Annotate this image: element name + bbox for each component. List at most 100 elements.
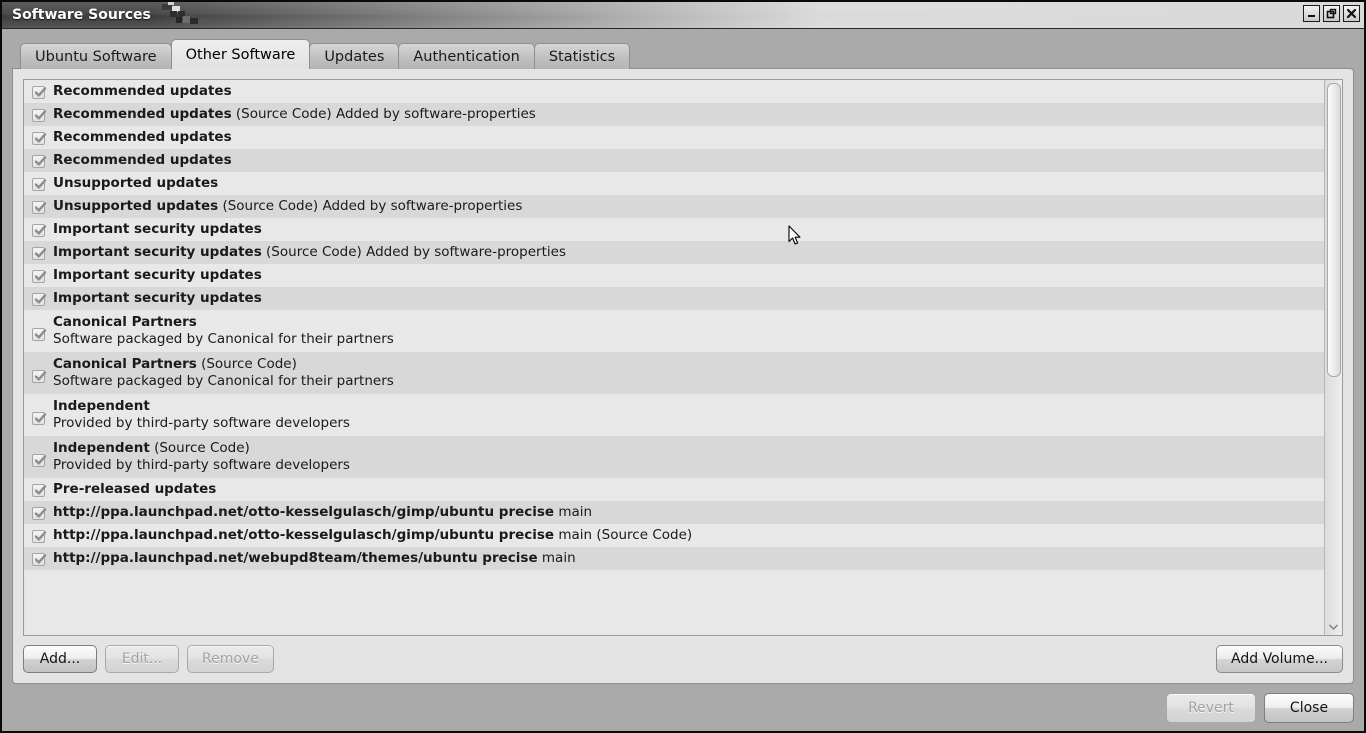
add-volume-button[interactable]: Add Volume... (1216, 645, 1343, 673)
list-item[interactable]: Recommended updates (24, 149, 1324, 172)
source-enabled-checkbox[interactable] (32, 553, 45, 566)
add-button[interactable]: Add... (23, 645, 97, 673)
list-item-title: Pre-released updates (53, 481, 216, 497)
source-enabled-checkbox[interactable] (32, 412, 45, 425)
tab-authentication[interactable]: Authentication (398, 43, 534, 69)
list-item-text: Important security updates (53, 290, 1318, 307)
list-item-text: Important security updates (Source Code)… (53, 244, 1318, 261)
list-item[interactable]: http://ppa.launchpad.net/otto-kesselgula… (24, 524, 1324, 547)
list-vertical-scrollbar[interactable] (1324, 80, 1342, 635)
list-item[interactable]: Recommended updates (24, 126, 1324, 149)
list-item-text: Important security updates (53, 221, 1318, 238)
list-item[interactable]: Important security updates (24, 264, 1324, 287)
source-enabled-checkbox[interactable] (32, 507, 45, 520)
list-item-title: Recommended updates (53, 152, 232, 168)
scrollbar-trough[interactable] (1326, 80, 1341, 619)
list-item-suffix: (Source Code) Added by software-properti… (232, 106, 536, 122)
list-item-suffix: (Source Code) Added by software-properti… (218, 198, 522, 214)
software-sources-list-container: Recommended updatesRecommended updates (… (23, 79, 1343, 636)
list-item-title: Recommended updates (53, 106, 232, 122)
list-item[interactable]: Important security updates (24, 287, 1324, 310)
close-icon[interactable] (1343, 5, 1360, 22)
minimize-icon[interactable] (1303, 5, 1320, 22)
list-item-suffix: (Source Code) Added by software-properti… (262, 244, 566, 260)
list-item-title: Recommended updates (53, 83, 232, 99)
source-enabled-checkbox[interactable] (32, 484, 45, 497)
tab-label: Ubuntu Software (35, 49, 157, 65)
maximize-icon[interactable] (1323, 5, 1340, 22)
source-enabled-checkbox[interactable] (32, 155, 45, 168)
list-item-title: Independent (53, 440, 150, 456)
list-item[interactable]: Important security updates (24, 218, 1324, 241)
source-enabled-checkbox[interactable] (32, 270, 45, 283)
tab-ubuntu-software[interactable]: Ubuntu Software (20, 43, 172, 69)
list-item[interactable]: IndependentProvided by third-party softw… (24, 394, 1324, 436)
list-item-title: Canonical Partners (53, 356, 197, 372)
list-item[interactable]: Canonical Partners (Source Code)Software… (24, 352, 1324, 394)
list-item-title: Important security updates (53, 290, 262, 306)
source-enabled-checkbox[interactable] (32, 454, 45, 467)
tab-label: Authentication (413, 49, 519, 65)
tab-statistics[interactable]: Statistics (534, 43, 630, 69)
source-enabled-checkbox[interactable] (32, 328, 45, 341)
list-item[interactable]: Independent (Source Code)Provided by thi… (24, 436, 1324, 478)
window-title: Software Sources (12, 7, 151, 23)
source-enabled-checkbox[interactable] (32, 86, 45, 99)
list-item[interactable]: Important security updates (Source Code)… (24, 241, 1324, 264)
list-item-suffix: main (Source Code) (554, 527, 692, 543)
list-item[interactable]: http://ppa.launchpad.net/otto-kesselgula… (24, 501, 1324, 524)
tab-label: Updates (324, 49, 384, 65)
titlebar-gradient-decoration (152, 2, 1364, 28)
list-item[interactable]: Unsupported updates (Source Code) Added … (24, 195, 1324, 218)
list-item-description: Software packaged by Canonical for their… (53, 373, 1318, 390)
list-item-text: Recommended updates (Source Code) Added … (53, 106, 1318, 123)
source-enabled-checkbox[interactable] (32, 293, 45, 306)
scroll-down-arrow-icon[interactable] (1325, 619, 1342, 635)
list-item-title: Recommended updates (53, 129, 232, 145)
software-sources-window: Software Sources Ubuntu Softwa (0, 0, 1366, 733)
source-enabled-checkbox[interactable] (32, 178, 45, 191)
list-item-text: Recommended updates (53, 83, 1318, 100)
list-item-text: http://ppa.launchpad.net/otto-kesselgula… (53, 504, 1318, 521)
source-enabled-checkbox[interactable] (32, 247, 45, 260)
list-item[interactable]: Recommended updates (Source Code) Added … (24, 103, 1324, 126)
source-enabled-checkbox[interactable] (32, 201, 45, 214)
remove-button[interactable]: Remove (187, 645, 274, 673)
list-item[interactable]: Pre-released updates (24, 478, 1324, 501)
tab-other-software[interactable]: Other Software (171, 39, 311, 69)
list-item-suffix: (Source Code) (197, 356, 297, 372)
dialog-footer: Revert Close (2, 684, 1364, 731)
list-item-title: Important security updates (53, 221, 262, 237)
source-enabled-checkbox[interactable] (32, 224, 45, 237)
list-item-suffix: main (554, 504, 592, 520)
scrollbar-thumb[interactable] (1327, 83, 1341, 377)
list-item-title: Independent (53, 398, 150, 414)
list-item-title: Canonical Partners (53, 314, 197, 330)
close-button[interactable]: Close (1264, 693, 1354, 723)
list-item[interactable]: http://ppa.launchpad.net/webupd8team/the… (24, 547, 1324, 570)
list-item-text: Important security updates (53, 267, 1318, 284)
list-item[interactable]: Canonical PartnersSoftware packaged by C… (24, 310, 1324, 352)
list-item[interactable]: Recommended updates (24, 80, 1324, 103)
list-item-title: http://ppa.launchpad.net/otto-kesselgula… (53, 504, 554, 520)
list-item-text: Canonical Partners (Source Code)Software… (53, 356, 1318, 390)
source-enabled-checkbox[interactable] (32, 109, 45, 122)
list-item-text: Canonical PartnersSoftware packaged by C… (53, 314, 1318, 348)
edit-button[interactable]: Edit... (105, 645, 179, 673)
source-enabled-checkbox[interactable] (32, 132, 45, 145)
list-item-text: Unsupported updates (53, 175, 1318, 192)
tab-updates[interactable]: Updates (309, 43, 399, 69)
list-item-text: Pre-released updates (53, 481, 1318, 498)
window-controls (1303, 5, 1360, 22)
list-item-text: IndependentProvided by third-party softw… (53, 398, 1318, 432)
list-item[interactable]: Unsupported updates (24, 172, 1324, 195)
list-item-title: http://ppa.launchpad.net/otto-kesselgula… (53, 527, 554, 543)
list-actions: Add... Edit... Remove Add Volume... (23, 636, 1343, 673)
tab-label: Other Software (186, 47, 296, 63)
revert-button[interactable]: Revert (1166, 693, 1256, 723)
list-item-title: Important security updates (53, 244, 262, 260)
source-enabled-checkbox[interactable] (32, 530, 45, 543)
source-enabled-checkbox[interactable] (32, 370, 45, 383)
title-bar: Software Sources (2, 2, 1364, 29)
software-sources-list[interactable]: Recommended updatesRecommended updates (… (24, 80, 1324, 635)
